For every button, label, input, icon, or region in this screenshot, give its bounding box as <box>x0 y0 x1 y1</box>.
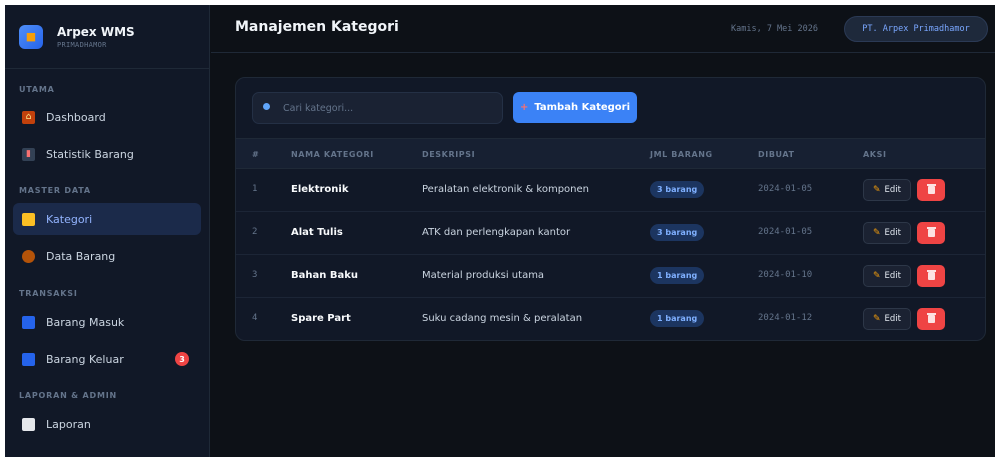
item-count-badge: 3 barang <box>650 224 705 241</box>
category-name: Spare Part <box>291 313 351 324</box>
created-date: 2024-01-10 <box>758 270 813 280</box>
category-card: + Tambah Kategori # NAMA KATEGORI DESKRI… <box>235 77 986 341</box>
created-date: 2024-01-12 <box>758 313 813 323</box>
table-row: 4 Spare Part Suku cadang mesin & peralat… <box>236 298 985 340</box>
company-badge[interactable]: PT. Arpex Primadhamor <box>844 16 988 42</box>
item-count-badge: 1 barang <box>650 267 705 284</box>
table-header: # NAMA KATEGORI DESKRIPSI JML BARANG DIB… <box>236 138 985 169</box>
item-count-badge: 1 barang <box>650 310 705 327</box>
trash-icon <box>926 313 936 323</box>
sidebar-item-label: Laporan <box>46 417 91 431</box>
trash-icon <box>926 227 936 237</box>
category-name: Bahan Baku <box>291 270 358 281</box>
edit-button[interactable]: ✎ Edit <box>863 265 911 287</box>
section-master-data: MASTER DATA <box>19 186 91 195</box>
app-window: ■ Arpex WMS PRIMADHAMOR UTAMA ⌂ Dashboar… <box>5 5 995 457</box>
plus-icon: + <box>519 102 529 113</box>
delete-button[interactable] <box>917 308 945 330</box>
brand-title: Arpex WMS <box>57 24 135 39</box>
pencil-icon: ✎ <box>872 228 881 238</box>
chart-icon: ▮ <box>22 147 35 161</box>
brand-subtitle: PRIMADHAMOR <box>57 40 107 49</box>
home-icon: ⌂ <box>22 110 35 124</box>
sidebar: ■ Arpex WMS PRIMADHAMOR UTAMA ⌂ Dashboar… <box>5 5 210 457</box>
notification-badge: 3 <box>175 352 189 366</box>
row-number: 2 <box>252 227 258 237</box>
sidebar-item-laporan[interactable]: Laporan <box>13 408 201 440</box>
table-row: 3 Bahan Baku Material produksi utama 1 b… <box>236 255 985 298</box>
page-title: Manajemen Kategori <box>235 19 399 35</box>
trash-icon <box>926 270 936 280</box>
current-date: Kamis, 7 Mei 2026 <box>731 24 818 34</box>
row-number: 4 <box>252 313 258 323</box>
sidebar-item-label: Statistik Barang <box>46 147 134 161</box>
section-transaksi: TRANSAKSI <box>19 289 78 298</box>
edit-button[interactable]: ✎ Edit <box>863 222 911 244</box>
box-icon <box>22 249 35 263</box>
category-description: ATK dan perlengkapan kantor <box>422 227 571 238</box>
box-icon: ■ <box>19 24 43 49</box>
edit-button[interactable]: ✎ Edit <box>863 308 911 330</box>
sidebar-item-label: Barang Masuk <box>46 315 125 329</box>
created-date: 2024-01-05 <box>758 227 813 237</box>
pencil-icon: ✎ <box>872 185 881 195</box>
sidebar-item-data-barang[interactable]: Data Barang <box>13 240 201 272</box>
section-utama: UTAMA <box>19 85 55 94</box>
sidebar-item-label: Dashboard <box>46 110 106 124</box>
column-header-actions: AKSI <box>863 150 887 159</box>
trash-icon <box>926 184 936 194</box>
section-laporan-admin: LAPORAN & ADMIN <box>19 391 118 400</box>
category-description: Peralatan elektronik & komponen <box>422 184 589 195</box>
category-name: Elektronik <box>291 184 349 195</box>
delete-button[interactable] <box>917 222 945 244</box>
clipboard-icon <box>22 417 35 431</box>
column-header-name: NAMA KATEGORI <box>291 150 374 159</box>
category-description: Suku cadang mesin & peralatan <box>422 313 583 324</box>
sidebar-item-barang-keluar[interactable]: Barang Keluar 3 <box>13 343 201 375</box>
search-box[interactable] <box>252 92 503 124</box>
row-number: 3 <box>252 270 258 280</box>
category-description: Material produksi utama <box>422 270 545 281</box>
sidebar-item-barang-masuk[interactable]: Barang Masuk <box>13 306 201 338</box>
inbox-out-icon <box>22 352 35 366</box>
column-header-count: JML BARANG <box>650 150 713 159</box>
item-count-badge: 3 barang <box>650 181 705 198</box>
column-header-number: # <box>252 150 260 159</box>
created-date: 2024-01-05 <box>758 184 813 194</box>
add-category-label: Tambah Kategori <box>534 102 631 113</box>
sidebar-item-dashboard[interactable]: ⌂ Dashboard <box>13 101 201 133</box>
category-name: Alat Tulis <box>291 227 343 238</box>
search-input[interactable] <box>283 102 483 114</box>
pencil-icon: ✎ <box>872 271 881 281</box>
table-row: 1 Elektronik Peralatan elektronik & komp… <box>236 169 985 212</box>
topbar: Manajemen Kategori Kamis, 7 Mei 2026 PT.… <box>211 5 995 53</box>
folder-icon <box>22 212 35 226</box>
column-header-created: DIBUAT <box>758 150 795 159</box>
add-category-button[interactable]: + Tambah Kategori <box>513 92 637 123</box>
sidebar-item-label: Data Barang <box>46 249 116 263</box>
edit-button[interactable]: ✎ Edit <box>863 179 911 201</box>
sidebar-item-statistik-barang[interactable]: ▮ Statistik Barang <box>13 138 201 170</box>
brand: ■ Arpex WMS PRIMADHAMOR <box>5 5 209 69</box>
inbox-in-icon <box>22 315 35 329</box>
row-number: 1 <box>252 184 258 194</box>
delete-button[interactable] <box>917 265 945 287</box>
sidebar-item-label: Barang Keluar <box>46 352 124 366</box>
sidebar-item-label: Kategori <box>46 212 93 226</box>
column-header-description: DESKRIPSI <box>422 150 476 159</box>
sidebar-item-kategori[interactable]: Kategori <box>13 203 201 235</box>
delete-button[interactable] <box>917 179 945 201</box>
table-row: 2 Alat Tulis ATK dan perlengkapan kantor… <box>236 212 985 255</box>
pencil-icon: ✎ <box>872 314 881 324</box>
search-icon <box>263 103 273 113</box>
